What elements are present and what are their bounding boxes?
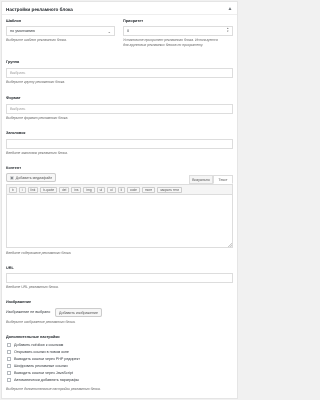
checkbox[interactable]: [7, 371, 11, 375]
panel-header: Настройки рекламного блока ▲: [2, 2, 237, 15]
image-description: Выберите изображение рекламного блока.: [6, 320, 76, 324]
tab-visual[interactable]: Визуально: [189, 175, 213, 184]
media-icon: ▣: [10, 175, 14, 180]
template-select[interactable]: по умолчанию ⌄: [6, 26, 115, 36]
quicktags-toolbar: b i link b-quote del ins img ul ol li co…: [7, 185, 232, 195]
quicktag-more-button[interactable]: more: [141, 186, 156, 193]
option-encrypt-links[interactable]: Шифровать рекламные ссылки: [7, 363, 68, 369]
template-label: Шаблон: [6, 19, 22, 23]
group-label: Группа: [6, 60, 20, 64]
quicktag-ul-button[interactable]: ul: [96, 186, 106, 193]
template-description: Выберите шаблон рекламного блока.: [6, 38, 67, 42]
quicktag-code-button[interactable]: code: [126, 186, 140, 193]
option-label: Открывать ссылки в новом окне: [14, 350, 69, 354]
resize-handle-icon[interactable]: [228, 243, 232, 247]
extra-settings-description: Выберите дополнительные настройки реклам…: [6, 387, 101, 391]
quicktag-close-tags-button[interactable]: закрыть теги: [157, 186, 183, 193]
heading-input[interactable]: [6, 139, 233, 149]
quicktag-link-button[interactable]: link: [27, 186, 39, 193]
url-description: Введите URL рекламного блока.: [6, 285, 59, 289]
ad-block-settings-panel: Настройки рекламного блока ▲ Шаблон по у…: [1, 1, 238, 399]
group-placeholder: Выбрать: [10, 71, 26, 75]
option-nofollow[interactable]: Добавить nofollow к ссылкам: [7, 342, 63, 348]
group-select[interactable]: Выбрать: [6, 68, 233, 78]
chevron-down-icon: ⌄: [107, 28, 111, 34]
quicktag-italic-button[interactable]: i: [18, 186, 26, 193]
format-label: Формат: [6, 96, 21, 100]
format-description: Выберите формат рекламного блока.: [6, 116, 69, 120]
option-label: Автоматически добавлять параграфы: [14, 378, 80, 382]
priority-description-line1: Установите приоритет рекламного блока. И…: [123, 38, 218, 42]
priority-description-line2: для групповых рекламных блоков по приори…: [123, 43, 204, 47]
quicktag-ol-button[interactable]: ol: [107, 186, 116, 193]
url-label: URL: [6, 266, 14, 270]
quicktag-bold-button[interactable]: b: [9, 186, 17, 193]
content-description: Введите содержимое рекламного блока.: [6, 251, 72, 255]
option-auto-paragraphs[interactable]: Автоматически добавлять параграфы: [7, 377, 79, 383]
add-media-button[interactable]: ▣ Добавить медиафайл: [6, 173, 57, 182]
spinner-arrows-icon[interactable]: ▲ ▼: [227, 27, 229, 34]
checkbox[interactable]: [7, 350, 11, 354]
quicktag-del-button[interactable]: del: [59, 186, 70, 193]
checkbox[interactable]: [7, 364, 11, 368]
tab-text[interactable]: Текст: [213, 175, 233, 184]
priority-number-input[interactable]: 0 ▲ ▼: [123, 26, 233, 36]
template-select-value: по умолчанию: [10, 29, 36, 33]
option-label: Шифровать рекламные ссылки: [14, 364, 68, 368]
checkbox[interactable]: [7, 343, 11, 347]
add-media-label: Добавить медиафайл: [15, 175, 53, 180]
extra-settings-label: Дополнительные настройки: [6, 335, 60, 339]
quicktag-img-button[interactable]: img: [83, 186, 95, 193]
quicktag-blockquote-button[interactable]: b-quote: [40, 186, 58, 193]
option-new-window[interactable]: Открывать ссылки в новом окне: [7, 349, 69, 355]
panel-title: Настройки рекламного блока: [6, 6, 73, 12]
checkbox[interactable]: [7, 378, 11, 382]
priority-value: 0: [127, 29, 130, 33]
format-select[interactable]: Выбрать: [6, 104, 233, 114]
option-php-redirect[interactable]: Выводить ссылки через PHP редирект: [7, 356, 80, 362]
heading-description: Введите заголовок рекламного блока.: [6, 151, 68, 155]
priority-label: Приоритет: [123, 19, 144, 23]
format-placeholder: Выбрать: [10, 107, 26, 111]
image-label: Изображение: [6, 300, 32, 304]
url-input[interactable]: [6, 273, 233, 283]
option-label: Выводить ссылки через PHP редирект: [14, 357, 80, 361]
checkbox[interactable]: [7, 357, 11, 361]
option-javascript-links[interactable]: Выводить ссылки через JavaScript: [7, 370, 73, 376]
quicktag-li-button[interactable]: li: [117, 186, 125, 193]
image-status: Изображение не выбрано: [6, 310, 51, 314]
add-image-button[interactable]: Добавить изображение: [55, 308, 102, 317]
group-description: Выберите группу рекламного блока.: [6, 80, 66, 84]
heading-label: Заголовок: [6, 131, 26, 135]
content-editor[interactable]: b i link b-quote del ins img ul ol li co…: [6, 184, 233, 248]
option-label: Выводить ссылки через JavaScript: [14, 371, 73, 375]
quicktag-ins-button[interactable]: ins: [71, 186, 82, 193]
option-label: Добавить nofollow к ссылкам: [14, 343, 64, 347]
triangle-up-icon[interactable]: ▲: [225, 4, 235, 14]
content-label: Контент: [6, 166, 22, 170]
